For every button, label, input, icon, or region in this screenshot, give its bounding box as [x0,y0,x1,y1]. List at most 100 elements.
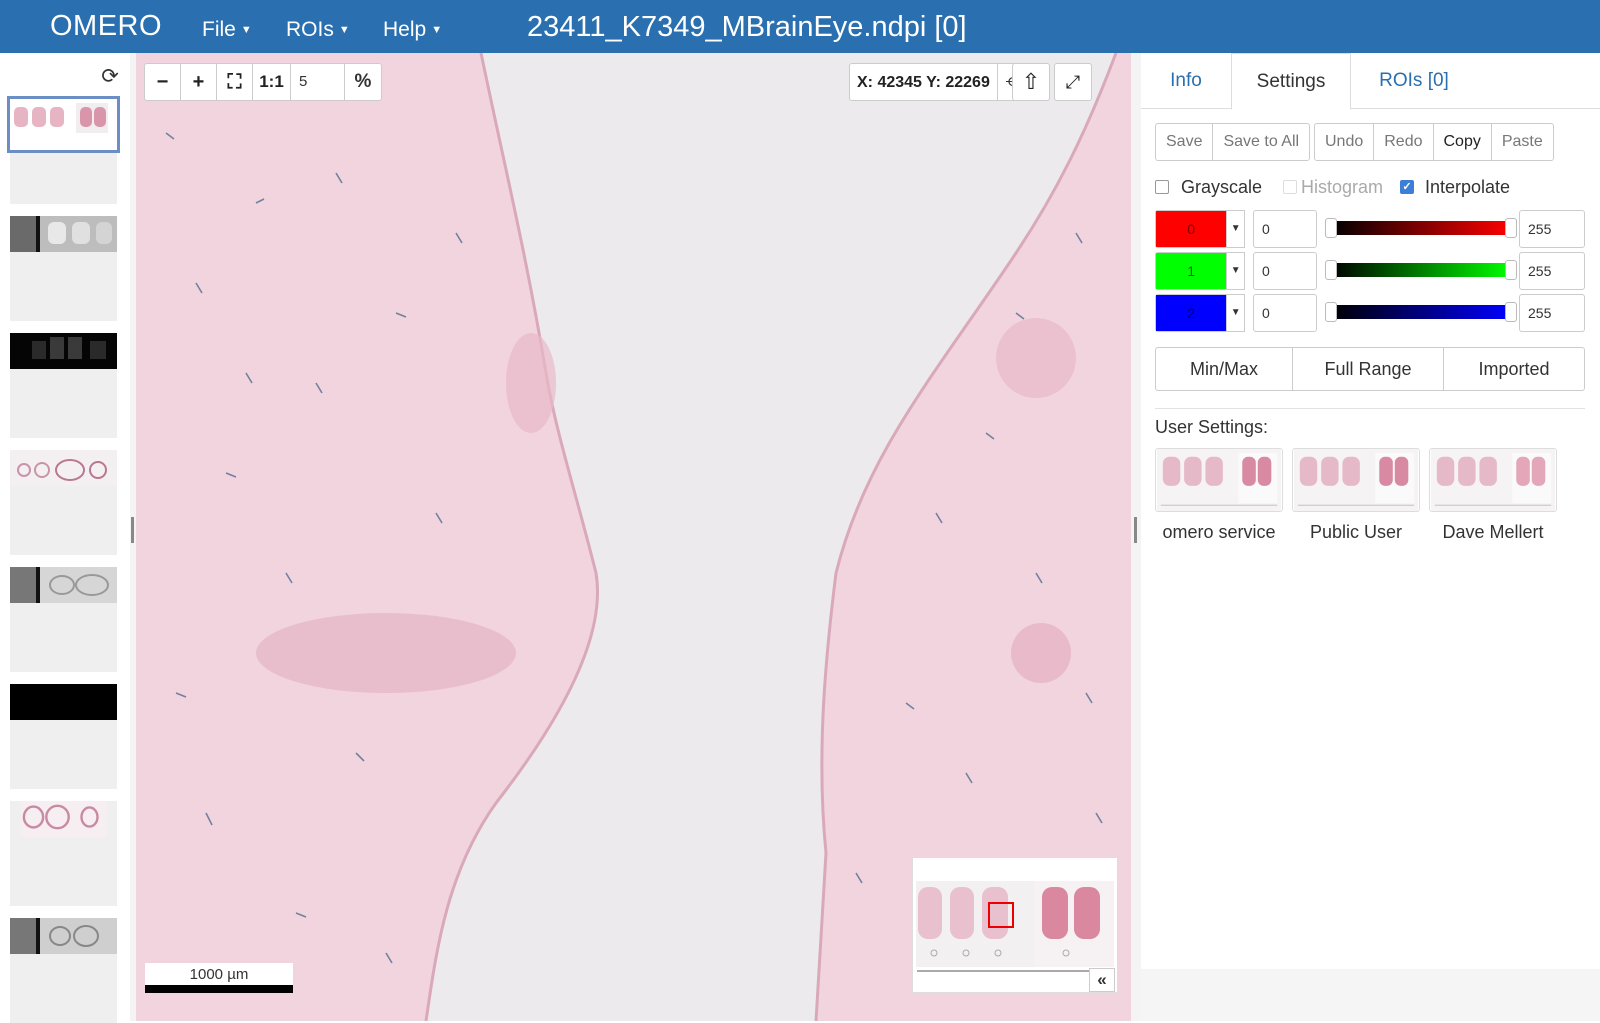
channel-range-slider[interactable] [1325,302,1517,322]
thumbnail-item[interactable] [10,333,117,438]
thumbnail-image [10,216,117,252]
thumbnail-item[interactable] [10,684,117,789]
caret-down-icon: ▼ [1226,295,1244,331]
minus-icon: − [156,70,169,93]
user-setting-item[interactable]: Dave Mellert [1429,448,1557,543]
save-button[interactable]: Save [1156,124,1214,160]
interpolate-checkbox[interactable]: ✓ [1400,180,1414,194]
channel-label: 1 [1156,253,1227,289]
channel-label: 2 [1156,295,1227,331]
user-setting-item[interactable]: omero service [1155,448,1283,543]
coordinate-readout: X: 42345 Y: 22269 [850,64,998,100]
zoom-percent-label: % [354,71,372,92]
zoom-in-button[interactable]: + [181,64,217,100]
redo-button[interactable]: Redo [1374,124,1434,160]
undo-button[interactable]: Undo [1315,124,1375,160]
channel-max-input[interactable]: 255 [1519,294,1585,332]
fullscreen-icon: ⛶ [227,70,242,93]
upload-button[interactable]: ⇧ [1012,63,1050,101]
thumbnail-image [20,801,107,837]
refresh-icon[interactable]: ⟳ [98,65,122,89]
caret-down-icon: ▼ [431,24,443,36]
save-button-group: Save Save to All [1155,123,1311,161]
histogram-label: Histogram [1301,177,1384,197]
view-options: Grayscale Histogram ✓ Interpolate [1155,177,1595,201]
channel-range-slider[interactable] [1325,218,1517,238]
image-viewer[interactable]: − + ⛶ 1:1 5 % X: 42345 Y: 22269 ⌖ ⇧ ⤢ 10… [136,53,1131,1021]
right-splitter[interactable] [1131,53,1141,1021]
channel-color-picker[interactable]: 0 ▼ [1155,210,1245,248]
splitter-grip-icon [131,517,134,543]
menu-file[interactable]: File ▼ [202,18,252,42]
channel-min-input[interactable]: 0 [1253,252,1317,290]
zoom-input[interactable]: 5 [291,64,345,100]
channel-label: 0 [1156,211,1227,247]
slider-max-handle[interactable] [1505,218,1517,238]
thumbnail-item[interactable] [10,918,117,1023]
thumbnail-image [7,96,120,153]
channel-row-1: 1 ▼ 0 255 [1155,252,1595,290]
edit-button-group: Undo Redo Copy Paste [1314,123,1554,161]
zoom-toolbar: − + ⛶ 1:1 5 % [144,63,382,101]
tab-settings[interactable]: Settings [1231,53,1351,110]
slider-min-handle[interactable] [1325,218,1337,238]
brand-logo[interactable]: OMERO [50,10,162,43]
thumbnail-image [10,684,117,720]
paste-button[interactable]: Paste [1492,124,1553,160]
thumbnail-item[interactable] [10,216,117,321]
user-setting-thumbnail[interactable] [1292,448,1420,512]
slider-min-handle[interactable] [1325,260,1337,280]
thumbnail-item[interactable] [10,801,117,906]
expand-button[interactable]: ⤢ [1054,63,1092,101]
arrow-up-icon: ⇧ [1021,69,1041,94]
menu-help[interactable]: Help ▼ [383,18,442,42]
thumbnail-item[interactable] [7,96,120,204]
overview-track [917,970,1091,972]
save-to-all-button[interactable]: Save to All [1213,124,1309,160]
menu-rois-label: ROIs [286,18,334,41]
slider-max-handle[interactable] [1505,260,1517,280]
thumbnail-strip: ⟳ [0,53,130,1023]
zoom-fit-button[interactable]: ⛶ [217,64,253,100]
channel-range-slider[interactable] [1325,260,1517,280]
thumbnail-item[interactable] [10,450,117,555]
user-setting-thumbnail[interactable] [1429,448,1557,512]
thumbnail-image [10,567,117,603]
splitter-grip-icon [1134,517,1137,543]
channel-min-input[interactable]: 0 [1253,294,1317,332]
overview-toggle-button[interactable]: « [1089,968,1115,992]
thumbnail-image [10,450,117,486]
overview-map[interactable]: « [912,857,1118,993]
thumbnail-item[interactable] [10,567,117,672]
grayscale-label: Grayscale [1181,177,1263,197]
caret-down-icon: ▼ [240,24,252,36]
copy-button[interactable]: Copy [1434,124,1492,160]
channel-row-2: 2 ▼ 0 255 [1155,294,1595,332]
menu-rois[interactable]: ROIs ▼ [286,18,350,42]
section-divider [1155,408,1585,409]
tab-info[interactable]: Info [1141,53,1231,109]
min-max-button[interactable]: Min/Max [1156,348,1293,390]
user-setting-name: omero service [1162,522,1276,542]
slider-max-handle[interactable] [1505,302,1517,322]
channel-max-input[interactable]: 255 [1519,210,1585,248]
image-title: 23411_K7349_MBrainEye.ndpi [0] [527,11,967,43]
user-setting-item[interactable]: Public User [1292,448,1420,543]
tab-rois[interactable]: ROIs [0] [1351,53,1477,109]
channel-color-picker[interactable]: 1 ▼ [1155,252,1245,290]
range-button-group: Min/Max Full Range Imported [1155,347,1585,391]
slider-min-handle[interactable] [1325,302,1337,322]
histogram-checkbox[interactable] [1283,180,1297,194]
imported-button[interactable]: Imported [1444,348,1584,390]
panel-tabs: Info Settings ROIs [0] [1141,53,1600,110]
channel-max-input[interactable]: 255 [1519,252,1585,290]
user-setting-thumbnail[interactable] [1155,448,1283,512]
settings-panel: Info Settings ROIs [0] Save Save to All … [1141,53,1600,1021]
zoom-1to1-button[interactable]: 1:1 [253,64,291,100]
full-range-button[interactable]: Full Range [1293,348,1444,390]
channel-color-picker[interactable]: 2 ▼ [1155,294,1245,332]
grayscale-checkbox[interactable] [1155,180,1169,194]
channel-min-input[interactable]: 0 [1253,210,1317,248]
zoom-out-button[interactable]: − [145,64,181,100]
user-setting-name: Public User [1309,522,1403,542]
